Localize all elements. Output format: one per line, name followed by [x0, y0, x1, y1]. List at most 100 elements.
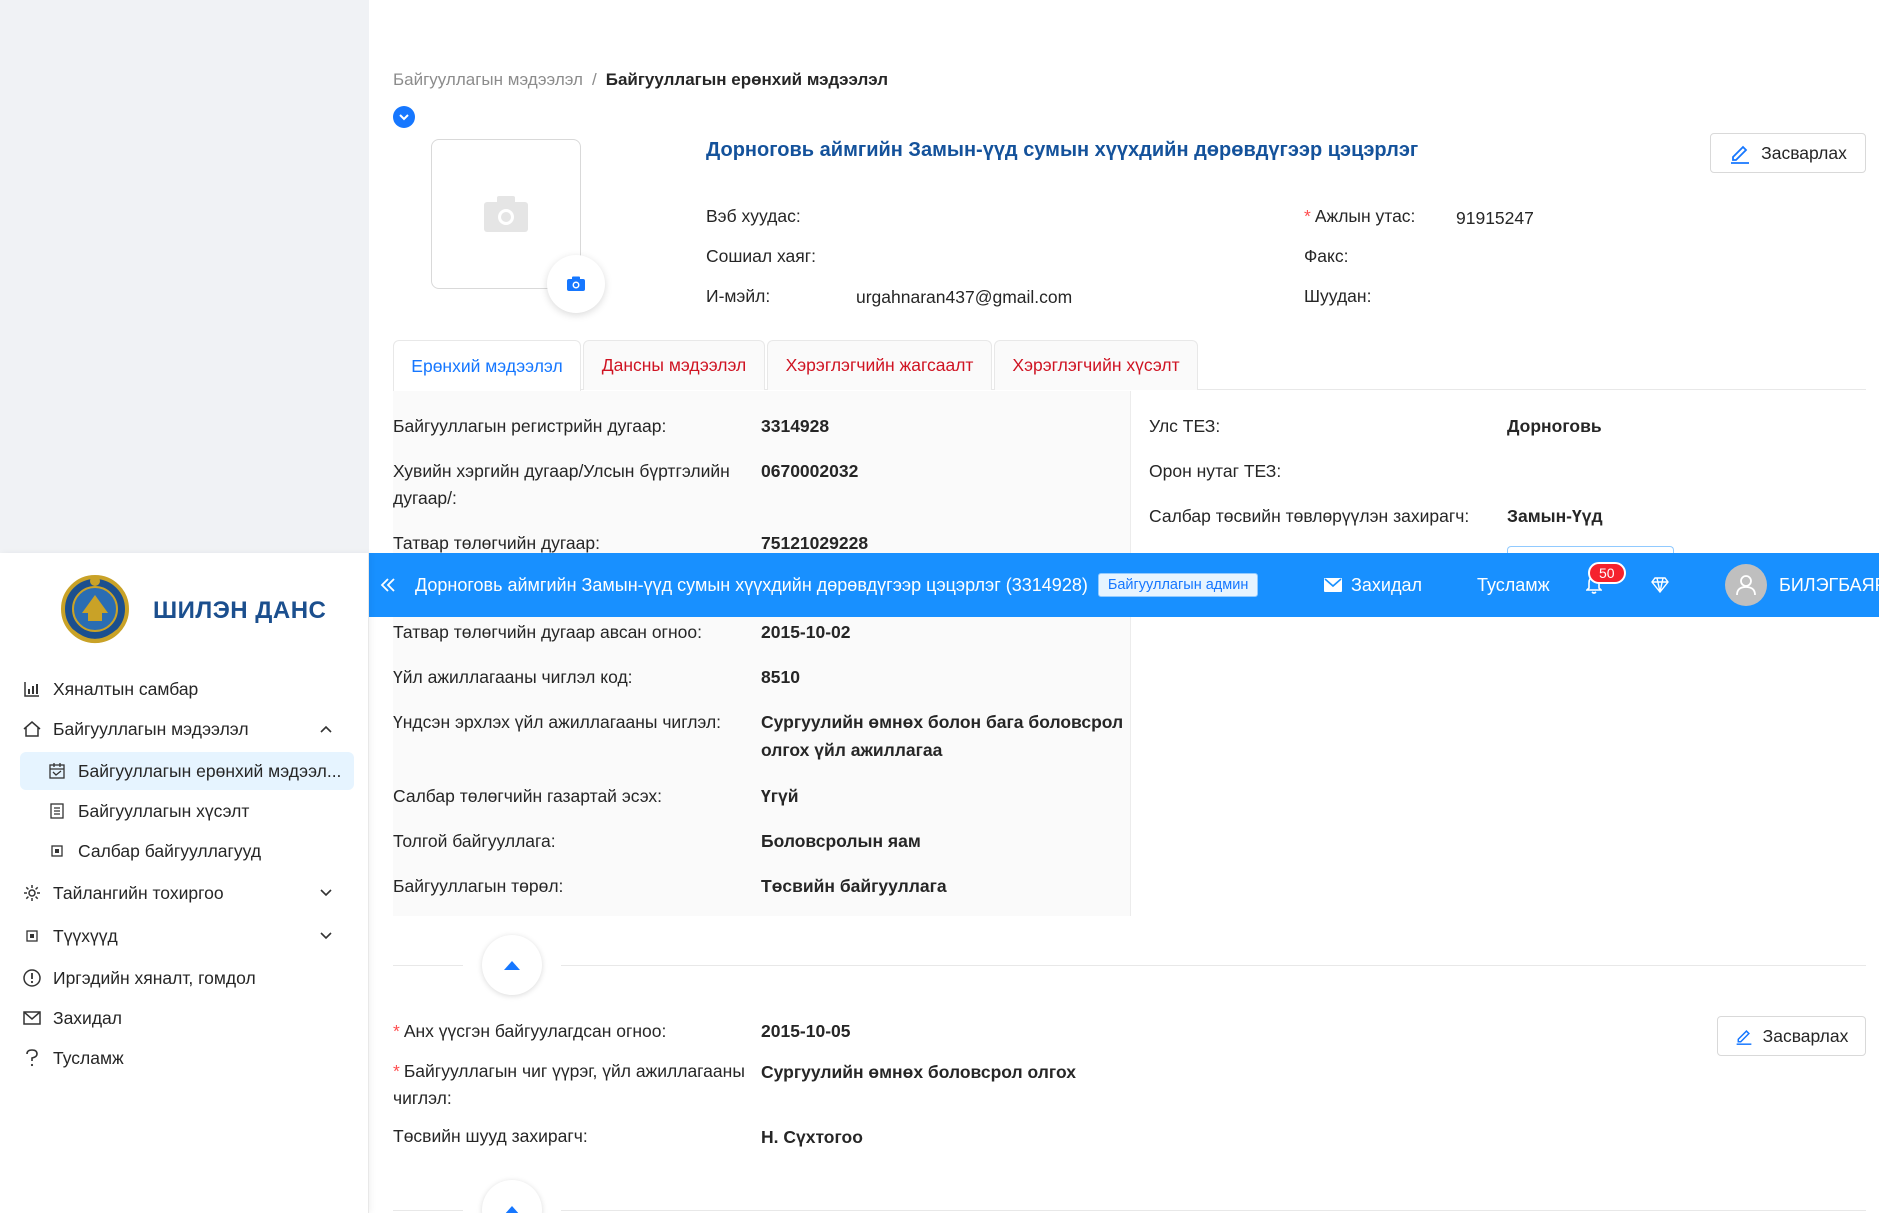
email-value: urgahnaran437@gmail.com — [856, 287, 1073, 307]
collapse-section-button[interactable] — [482, 935, 542, 995]
branch-value: Үгүй — [761, 786, 799, 806]
section-divider-right-2 — [561, 1210, 1866, 1211]
mail-label: Шуудан: — [1304, 286, 1372, 306]
tab-account[interactable]: Дансны мэдээлэл — [583, 340, 765, 390]
sidebar-item-label: Байгууллагын мэдээлэл — [53, 718, 249, 739]
mail-icon — [22, 1008, 42, 1028]
function-label-text: Байгууллагын чиг үүрэг, үйл ажиллагааны — [403, 1061, 745, 1081]
function-label: * Байгууллагын чиг үүрэг, үйл ажиллагааны — [393, 1061, 745, 1081]
mongolia-emblem-icon — [60, 573, 130, 649]
sidebar-logo[interactable]: ШИЛЭН ДАНС — [0, 573, 369, 653]
square-icon — [22, 926, 42, 946]
country-tez-label: Улс ТЕЗ: — [1149, 416, 1221, 436]
registry-value: 3314928 — [761, 416, 830, 436]
hidden-button-edge[interactable] — [1507, 546, 1674, 553]
manager-label: Төсвийн шууд захирагч: — [393, 1126, 588, 1146]
sidebar-item-report-settings[interactable]: Тайлангийн тохиргоо — [0, 874, 369, 912]
sidebar-item-label: Тусламж — [53, 1047, 124, 1068]
camera-icon — [567, 276, 585, 291]
section-divider-right — [561, 965, 1866, 966]
founded-label-text: Анх үүсгэн байгуулагдсан огноо: — [403, 1021, 667, 1041]
tab-general[interactable]: Ерөнхий мэдээлэл — [393, 340, 581, 391]
alert-icon — [22, 968, 42, 988]
main-activity-value: Сургуулийн өмнөх болон бага боловсрол — [761, 712, 1124, 732]
tab-user-list[interactable]: Хэрэглэгчийн жагсаалт — [767, 340, 992, 390]
caret-up-icon — [504, 961, 520, 970]
header-org-name-text: Дорноговь аймгийн Замын-үүд сумын хүүхди… — [415, 574, 1088, 595]
taxpayer-label: Татвар төлөгчийн дугаар: — [393, 533, 600, 553]
upload-photo-button[interactable] — [547, 255, 605, 313]
bar-chart-icon — [22, 679, 42, 699]
sidebar-item-label: Тайлангийн тохиргоо — [53, 882, 224, 903]
header-mail-link[interactable]: Захидал — [1324, 553, 1422, 617]
personal-case-label: Хувийн хэргийн дугаар/Улсын бүртгэлийн — [393, 461, 730, 481]
sidebar-item-label: Захидал — [53, 1007, 122, 1028]
sidebar-item-dashboard[interactable]: Хяналтын самбар — [0, 670, 369, 708]
tab-general-label: Ерөнхий мэдээлэл — [411, 355, 563, 376]
user-avatar — [1725, 564, 1767, 606]
phone-label: * Ажлын утас: — [1304, 206, 1416, 226]
collapse-section-button-2[interactable] — [482, 1180, 542, 1213]
sidebar-item-org-requests[interactable]: Байгууллагын хүсэлт — [0, 792, 369, 830]
sidebar-item-citizen-complaints[interactable]: Иргэдийн хяналт, гомдол — [0, 959, 369, 997]
tab-user-requests[interactable]: Хэрэглэгчийн хүсэлт — [994, 340, 1198, 390]
tab-user-list-label: Хэрэглэгчийн жагсаалт — [785, 355, 974, 375]
branch-label: Салбар төлөгчийн газартай эсэх: — [393, 786, 663, 806]
double-chevron-left-icon — [380, 578, 395, 592]
edit-profile-button[interactable]: Засварлах — [1710, 133, 1866, 173]
main-activity-value-cont: олгох үйл ажиллагаа — [761, 740, 943, 760]
edit-extra-button[interactable]: Засварлах — [1717, 1016, 1866, 1056]
list-icon — [47, 801, 67, 821]
taxpayer-value: 75121029228 — [761, 533, 869, 553]
activity-code-value: 8510 — [761, 667, 800, 687]
collapse-chevron-button[interactable] — [393, 106, 415, 128]
sidebar-item-branches[interactable]: Салбар байгууллагууд — [0, 832, 369, 870]
activity-code-label: Үйл ажиллагааны чиглэл код: — [393, 667, 633, 687]
question-icon — [22, 1048, 42, 1068]
breadcrumb-parent[interactable]: Байгууллагын мэдээлэл — [393, 70, 583, 89]
sidebar-item-label: Хяналтын самбар — [53, 678, 199, 699]
section-divider-left-2 — [393, 1210, 463, 1211]
chevron-down-icon — [318, 928, 334, 944]
sidebar-logo-title: ШИЛЭН ДАНС — [153, 597, 327, 624]
top-header-bar: Дорноговь аймгийн Замын-үүд сумын хүүхди… — [369, 553, 1879, 617]
square-icon — [47, 841, 67, 861]
breadcrumb: Байгууллагын мэдээлэл / Байгууллагын ерөнх… — [393, 70, 888, 90]
sidebar-item-mail[interactable]: Захидал — [0, 999, 369, 1037]
user-menu[interactable]: БИЛЭГБАЯР — [1725, 553, 1879, 617]
sidebar-item-history[interactable]: Түүхүүд — [0, 917, 369, 955]
sidebar-item-label: Салбар байгууллагууд — [78, 840, 262, 861]
org-title: Дорноговь аймгийн Замын-үүд сумын хүүхди… — [706, 139, 1419, 161]
function-value: Сургуулийн өмнөх боловсрол олгох — [761, 1062, 1076, 1082]
tab-account-label: Дансны мэдээлэл — [601, 355, 747, 375]
founded-label: * Анх үүсгэн байгуулагдсан огноо: — [393, 1021, 667, 1041]
gear-icon — [22, 883, 42, 903]
org-type-label: Байгууллагын төрөл: — [393, 876, 564, 896]
calendar-icon — [47, 761, 67, 781]
tabs-bar: Ерөнхий мэдээлэл Дансны мэдээлэл Хэрэглэ… — [393, 340, 1866, 391]
country-tez-value: Дорноговь — [1507, 416, 1602, 436]
sidebar-item-label: Байгууллагын ерөнхий мэдээл... — [78, 760, 342, 781]
edit-icon — [1731, 145, 1750, 164]
email-label: И-мэйл: — [706, 286, 771, 306]
breadcrumb-current: Байгууллагын ерөнхий мэдээлэл — [605, 70, 889, 89]
website-label: Вэб хуудас: — [706, 206, 801, 226]
sidebar: ШИЛЭН ДАНС Хяналтын самбар Байгууллагын … — [0, 553, 369, 1213]
local-tez-label: Орон нутаг ТЕЗ: — [1149, 461, 1282, 481]
phone-value: 91915247 — [1456, 208, 1534, 228]
notification-count-badge: 50 — [1588, 562, 1626, 584]
breadcrumb-separator: / — [591, 70, 597, 89]
premium-button[interactable] — [1651, 553, 1669, 617]
edit-profile-label: Засварлах — [1761, 142, 1847, 163]
sidebar-item-help[interactable]: Тусламж — [0, 1039, 369, 1077]
social-label: Сошиал хаяг: — [706, 246, 816, 266]
sidebar-item-org-general[interactable]: Байгууллагын ерөнхий мэдээл... — [20, 752, 354, 790]
founded-value: 2015-10-05 — [761, 1021, 851, 1041]
manager-value: Н. Сүхтогоо — [761, 1127, 863, 1147]
collapse-sidebar-button[interactable] — [379, 553, 397, 617]
sidebar-item-org-info[interactable]: Байгууллагын мэдээлэл — [0, 710, 369, 748]
edit-extra-label: Засварлах — [1762, 1025, 1849, 1046]
caret-up-icon — [505, 1206, 519, 1213]
chevron-down-icon — [399, 114, 409, 121]
header-help-link[interactable]: Тусламж — [1477, 553, 1550, 617]
